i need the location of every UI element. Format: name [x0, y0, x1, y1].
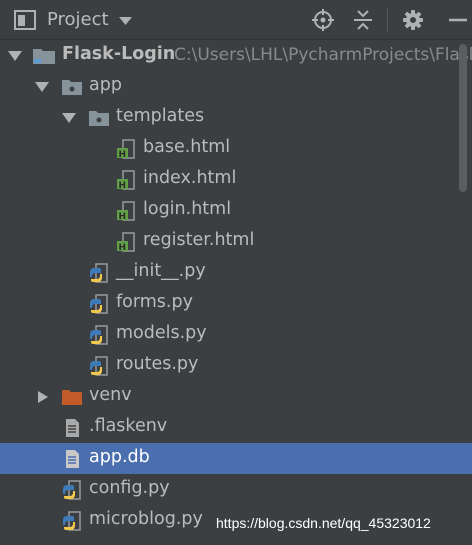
- project-window-icon[interactable]: [14, 10, 36, 30]
- python-file-icon: [63, 511, 81, 531]
- text-file-icon: [66, 419, 79, 437]
- tree-item-venv[interactable]: venv: [0, 381, 472, 412]
- tree-item-label: models.py: [116, 323, 207, 343]
- html-file-icon: H: [117, 232, 135, 252]
- tree-item-label: index.html: [143, 168, 237, 188]
- tree-item-label: __init__.py: [116, 261, 206, 281]
- package-folder-icon: [62, 80, 82, 95]
- tree-item-app[interactable]: app: [0, 71, 472, 102]
- project-tree: Flask-Login C:\Users\LHL\PycharmProjects…: [0, 40, 472, 545]
- tree-item-register-html[interactable]: H register.html: [0, 226, 472, 257]
- svg-text:H: H: [119, 181, 127, 190]
- expanded-arrow-icon[interactable]: [35, 81, 49, 93]
- caret-down-icon[interactable]: [119, 17, 132, 25]
- tree-item-templates[interactable]: templates: [0, 102, 472, 133]
- project-toolbar: Project: [0, 0, 472, 40]
- project-view-title[interactable]: Project: [47, 9, 109, 30]
- tree-item-label: app: [89, 75, 122, 95]
- tree-item-models-py[interactable]: models.py: [0, 319, 472, 350]
- tree-item-flaskenv[interactable]: .flaskenv: [0, 412, 472, 443]
- tree-item-label: login.html: [143, 199, 232, 219]
- collapse-all-icon[interactable]: [352, 9, 374, 31]
- html-file-icon: H: [117, 201, 135, 221]
- svg-text:H: H: [119, 150, 127, 159]
- tree-item-label: config.py: [89, 478, 170, 498]
- module-folder-icon: [33, 49, 55, 64]
- tree-item-config-py[interactable]: config.py: [0, 474, 472, 505]
- svg-text:H: H: [119, 212, 127, 221]
- tree-item-label: routes.py: [116, 354, 199, 374]
- tree-item-label: venv: [89, 385, 132, 405]
- toolbar-separator: [387, 8, 388, 32]
- project-path: C:\Users\LHL\PycharmProjects\Flask: [174, 45, 472, 65]
- python-file-icon: [90, 356, 108, 376]
- tree-item-login-html[interactable]: H login.html: [0, 195, 472, 226]
- python-file-icon: [90, 263, 108, 283]
- locate-crosshair-icon[interactable]: [312, 9, 334, 31]
- tree-item-label: register.html: [143, 230, 255, 250]
- excluded-folder-icon: [62, 390, 82, 405]
- watermark: https://blog.csdn.net/qq_45323012: [216, 515, 431, 531]
- gear-icon[interactable]: [402, 9, 424, 31]
- tree-item-base-html[interactable]: H base.html: [0, 133, 472, 164]
- hide-panel-icon[interactable]: [445, 9, 467, 31]
- tree-item-root[interactable]: Flask-Login C:\Users\LHL\PycharmProjects…: [0, 40, 472, 71]
- tree-item-index-html[interactable]: H index.html: [0, 164, 472, 195]
- text-file-icon: [66, 450, 79, 468]
- expanded-arrow-icon[interactable]: [62, 112, 76, 124]
- python-file-icon: [90, 294, 108, 314]
- tree-item-label: microblog.py: [89, 509, 203, 529]
- tree-item-label: forms.py: [116, 292, 193, 312]
- python-file-icon: [63, 480, 81, 500]
- tree-item-label: Flask-Login: [62, 44, 176, 64]
- expanded-arrow-icon[interactable]: [8, 50, 22, 62]
- tree-item-label: base.html: [143, 137, 231, 157]
- folder-icon: [89, 111, 109, 126]
- svg-text:H: H: [119, 243, 127, 252]
- html-file-icon: H: [117, 139, 135, 159]
- html-file-icon: H: [117, 170, 135, 190]
- tree-item-app-db[interactable]: app.db: [0, 443, 472, 474]
- tree-item-forms-py[interactable]: forms.py: [0, 288, 472, 319]
- collapsed-arrow-icon[interactable]: [36, 391, 50, 403]
- tree-item-label: app.db: [89, 447, 150, 467]
- tree-item-label: templates: [116, 106, 205, 126]
- tree-item-init-py[interactable]: __init__.py: [0, 257, 472, 288]
- tree-item-routes-py[interactable]: routes.py: [0, 350, 472, 381]
- vertical-scrollbar[interactable]: [459, 44, 467, 192]
- python-file-icon: [90, 325, 108, 345]
- tree-item-label: .flaskenv: [89, 416, 168, 436]
